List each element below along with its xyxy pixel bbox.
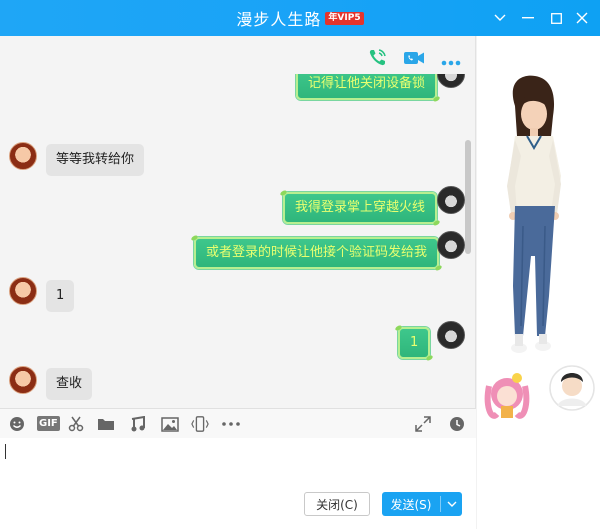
chevron-down-icon[interactable] [490, 8, 510, 28]
shake-icon[interactable] [191, 415, 209, 433]
avatar[interactable] [9, 277, 37, 305]
avatar[interactable] [437, 231, 465, 259]
more-icon[interactable] [222, 415, 240, 433]
more-options-icon[interactable] [441, 51, 461, 70]
music-icon[interactable] [129, 415, 147, 433]
avatar[interactable] [437, 321, 465, 349]
vip-badge: 年VIP5 [325, 11, 364, 25]
input-toolbar: GIF [0, 408, 476, 438]
scissors-icon[interactable] [67, 415, 85, 433]
window-title: 漫步人生路 [236, 10, 322, 29]
avatar[interactable] [437, 74, 465, 88]
gif-icon[interactable]: GIF [37, 416, 60, 431]
message-input[interactable]: 关闭(C) 发送(S) [0, 438, 476, 529]
avatar[interactable] [437, 186, 465, 214]
chevron-down-icon[interactable] [441, 501, 462, 507]
message-scrollbar[interactable] [465, 140, 471, 254]
video-call-icon[interactable] [403, 49, 425, 71]
close-button[interactable]: 关闭(C) [304, 492, 370, 516]
send-button-label[interactable]: 发送(S) [382, 496, 440, 513]
message-bubble-sent: 或者登录的时候让他接个验证码发给我 [194, 237, 440, 269]
chat-top-toolbar [367, 48, 461, 72]
close-icon[interactable] [572, 8, 592, 28]
show-figure [484, 75, 595, 419]
chat-panel: 记得让他关闭设备锁 等等我转给你 我得登录掌上穿越火线 或者登录的时候让他接个验… [0, 36, 476, 529]
history-clock-icon[interactable] [448, 415, 466, 433]
expand-icon[interactable] [414, 415, 432, 433]
maximize-icon[interactable] [546, 8, 566, 28]
minimize-icon[interactable] [518, 8, 538, 28]
voice-call-icon[interactable] [367, 48, 387, 72]
emoji-icon[interactable] [8, 415, 26, 433]
message-bubble-sent: 1 [398, 327, 431, 359]
title-wrap: 漫步人生路 年VIP5 [0, 0, 600, 36]
text-caret [5, 444, 6, 459]
send-button[interactable]: 发送(S) [382, 492, 462, 516]
avatar[interactable] [9, 142, 37, 170]
message-bubble-received: 等等我转给你 [46, 144, 145, 176]
show-panel [477, 36, 600, 529]
folder-icon[interactable] [97, 415, 115, 433]
image-icon[interactable] [161, 415, 179, 433]
message-list[interactable]: 记得让他关闭设备锁 等等我转给你 我得登录掌上穿越火线 或者登录的时候让他接个验… [0, 74, 476, 444]
message-bubble-sent: 我得登录掌上穿越火线 [283, 192, 438, 224]
avatar[interactable] [9, 366, 37, 394]
message-bubble-sent: 记得让他关闭设备锁 [296, 74, 438, 100]
title-bar: 漫步人生路 年VIP5 [0, 0, 600, 36]
message-bubble-received: 1 [46, 280, 75, 312]
message-bubble-received: 查收 [46, 368, 93, 400]
